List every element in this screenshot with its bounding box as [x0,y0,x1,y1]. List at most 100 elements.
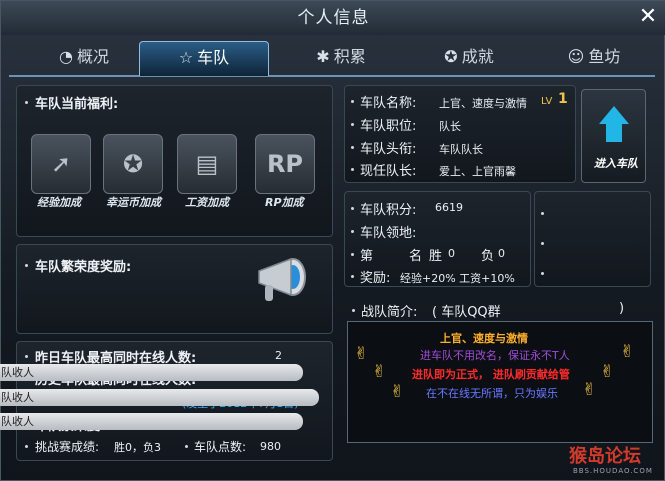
position-label: 车队职位: [360,119,417,134]
tab-label: 积累 [333,47,366,66]
rp-icon[interactable]: RP [255,134,315,194]
marquee-item: 队收人 [0,413,303,430]
fish-face-icon: ☺ [567,47,585,66]
benefit-label: 经验加成 [37,196,81,209]
bullet [351,100,354,103]
title-label: 车队头衔: [360,142,417,157]
gear-icon: ✱ [316,47,330,66]
lucky-coin-icon[interactable]: ✪ [103,134,163,194]
victory-hand-icon: ✌ [620,342,635,362]
bullet [351,275,354,278]
gauge-icon: ◔ [59,47,73,66]
megaphone-icon [258,257,306,301]
medal-icon: ✪ [444,47,458,66]
close-icon[interactable]: ✕ [635,4,661,30]
enter-team-label: 进入车队 [594,157,638,170]
bullet [25,264,28,267]
intro-line: 进车队不用改名，保证永不T人 [420,349,570,362]
tab-fishery[interactable]: ☺ 鱼坊 [533,41,655,73]
bullet [351,230,354,233]
victory-hand-icon: ✌ [372,362,387,382]
benefits-panel: 车队当前福利: ➚ 经验加成 ✪ 幸运币加成 ▤ 工资加成 RP RP加成 [16,85,333,237]
victory-hand-icon: ✌ [354,344,369,364]
loss-value: 0 [498,247,505,260]
intro-line: 上官、速度与激情 [440,332,528,345]
forum-watermark-url: BBS.HOUDAO.COM [573,467,653,475]
intro-textbox: 上官、速度与激情 进车队不用改名，保证永不T人 进队即为正式， 进队刷贡献给管 … [347,321,653,443]
marquee-item: 队收人 [0,389,319,406]
exp-arrow-icon[interactable]: ➚ [31,134,91,194]
territory-label: 车队领地: [360,226,417,241]
bullet [541,272,544,275]
tab-overview[interactable]: ◔ 概况 [29,41,139,73]
tab-accumulate[interactable]: ✱ 积累 [277,41,405,73]
rank-label: 第 [360,249,374,264]
prosperity-reward-panel: 车队繁荣度奖励: [16,244,333,334]
team-score-panel: 车队积分: 6619 车队领地: 第 名 胜 0 负 0 奖励: 经验+20% … [344,191,531,287]
points-label: 车队点数: [194,440,247,454]
reward-value: 经验+20% 工资+10% [400,272,515,285]
intro-line: 进队即为正式， 进队刷贡献给管 [412,368,570,381]
yesterday-value: 2 [275,349,282,362]
intro-line: 在不在线无所谓，只为娱乐 [426,387,558,400]
bullet [541,212,544,215]
benefits-title: 车队当前福利: [35,97,119,112]
benefit-label: 工资加成 [185,196,229,209]
intro-qq: ( 车队QQ群 [432,305,501,320]
challenge-label: 挑战赛成绩: [35,440,100,454]
bullet [351,253,354,256]
intro-close-paren: ) [619,301,625,316]
bullet [351,207,354,210]
loss-label: 负 [481,249,495,264]
salary-card-icon[interactable]: ▤ [177,134,237,194]
tab-label: 成就 [461,47,494,66]
team-name-value: 上官、速度与激情 [439,97,527,110]
tab-label: 鱼坊 [588,47,621,66]
benefit-label: RP加成 [265,196,304,209]
position-value: 队长 [439,120,461,133]
win-value: 0 [448,247,455,260]
team-level: 1 [558,91,568,107]
victory-hand-icon: ✌ [600,362,615,382]
bullet [185,445,188,448]
window-title: 个人信息 [1,1,665,35]
win-label: 胜 [429,249,443,264]
title-value: 车队队长 [439,143,483,156]
leader-value: 爱上、上官雨馨 [439,165,516,178]
up-arrow-icon [599,106,629,124]
rank-suffix: 名 [409,249,423,264]
team-info-panel: 车队名称: 上官、速度与激情 LV 1 车队职位: 队长 车队头衔: 车队队长 … [344,85,576,183]
victory-hand-icon: ✌ [390,382,405,402]
team-name-label: 车队名称: [360,96,417,111]
enter-team-button[interactable]: 进入车队 [581,89,646,183]
bullet [25,445,28,448]
bullet [352,309,355,312]
bullet [541,242,544,245]
profile-window: 个人信息 ✕ ◔ 概况 ☆ 车队 ✱ 积累 ✪ 成就 ☺ 鱼坊 车队当前福利: ➚ 经验加… [0,0,665,481]
score-label: 车队积分: [360,203,417,218]
bullet [25,101,28,104]
up-arrow-shaft [606,124,622,142]
bullet [25,355,28,358]
reward-label: 奖励: [360,271,391,286]
tab-achievement[interactable]: ✪ 成就 [405,41,533,73]
bullet [351,168,354,171]
marquee-item: 队收人 [0,364,303,381]
tab-label: 概况 [76,47,109,66]
benefit-label: 幸运币加成 [106,196,161,209]
tab-label: 车队 [197,48,230,67]
leader-label: 现任队长: [360,164,417,179]
prosperity-reward-title: 车队繁荣度奖励: [35,260,132,275]
score-value: 6619 [435,201,463,214]
side-panel [534,191,651,287]
tab-bar: ◔ 概况 ☆ 车队 ✱ 积累 ✪ 成就 ☺ 鱼坊 [9,41,655,77]
intro-label: 战队简介: [361,305,418,320]
victory-hand-icon: ✌ [582,380,597,400]
forum-watermark: 猴岛论坛 [569,446,641,467]
points-value: 980 [260,440,281,453]
challenge-value: 胜0，负3 [114,441,161,454]
level-prefix: LV [541,96,553,107]
star-icon: ☆ [178,48,194,67]
tab-team[interactable]: ☆ 车队 [139,41,269,76]
bullet [351,146,354,149]
